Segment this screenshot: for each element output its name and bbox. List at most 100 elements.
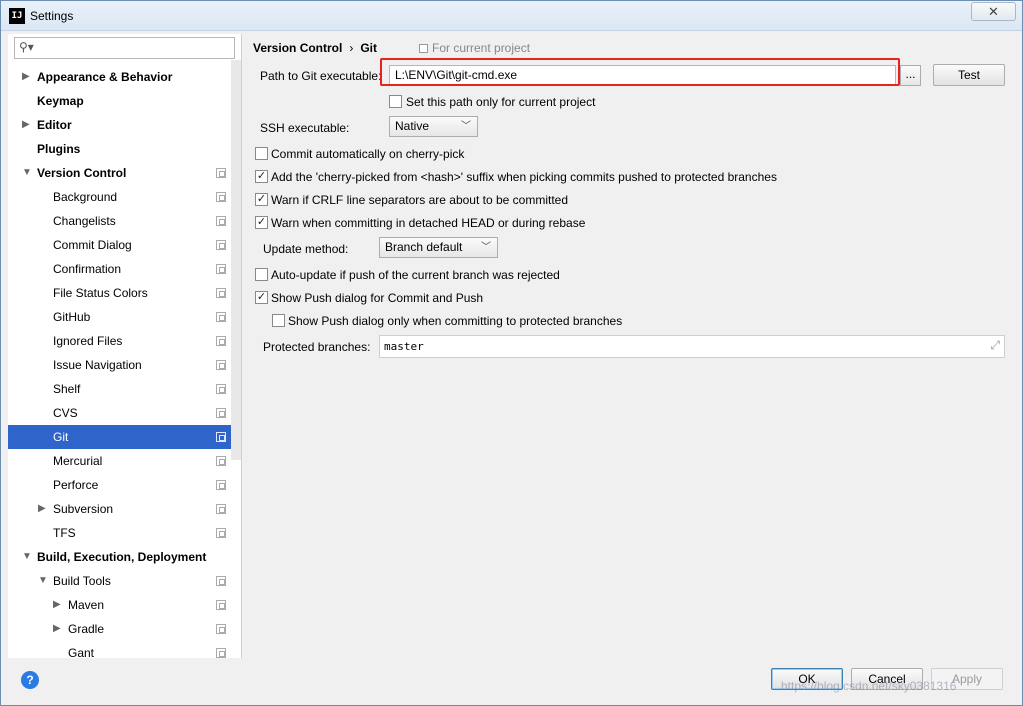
sidebar-item-label: Plugins: [37, 142, 81, 156]
sidebar-item-tfs[interactable]: TFS: [8, 521, 241, 545]
project-scope-icon: [216, 480, 226, 490]
sidebar-item-subversion[interactable]: ▶ Subversion: [8, 497, 241, 521]
sidebar-item-keymap[interactable]: Keymap: [8, 89, 241, 113]
for-current-project-label: For current project: [419, 41, 530, 55]
close-button[interactable]: ✕: [971, 2, 1016, 21]
sidebar-item-plugins[interactable]: Plugins: [8, 137, 241, 161]
watermark: https://blog.csdn.net/sky0381316: [781, 679, 957, 693]
chevron-down-icon[interactable]: ▼: [22, 545, 32, 569]
sidebar-item-commit-dialog[interactable]: Commit Dialog: [8, 233, 241, 257]
title-bar: IJ Settings ✕: [1, 1, 1022, 31]
sidebar-item-editor[interactable]: ▶ Editor: [8, 113, 241, 137]
sidebar-item-label: Gradle: [68, 622, 105, 636]
sidebar-item-version-control[interactable]: ▼ Version Control: [8, 161, 241, 185]
project-scope-icon: [216, 528, 226, 538]
protected-branches-input[interactable]: master ⤢: [379, 335, 1005, 358]
sidebar-item-cvs[interactable]: CVS: [8, 401, 241, 425]
commit-cherry-pick-label: Commit automatically on cherry-pick: [271, 147, 465, 161]
sidebar-item-label: CVS: [53, 406, 78, 420]
ssh-executable-label: SSH executable:: [260, 121, 350, 135]
chevron-down-icon: ﹀: [481, 242, 491, 253]
sidebar-item-label: GitHub: [53, 310, 91, 324]
auto-update-checkbox[interactable]: [255, 268, 268, 281]
search-icon: ⚲▾: [19, 40, 34, 54]
sidebar-item-appearance-behavior[interactable]: ▶ Appearance & Behavior: [8, 65, 241, 89]
show-push-protected-label: Show Push dialog only when committing to…: [288, 314, 623, 328]
sidebar-item-perforce[interactable]: Perforce: [8, 473, 241, 497]
set-path-only-label: Set this path only for current project: [406, 95, 596, 109]
auto-update-label: Auto-update if push of the current branc…: [271, 268, 560, 282]
update-method-label: Update method:: [263, 242, 349, 256]
window-title: Settings: [30, 9, 74, 23]
project-scope-icon: [216, 408, 226, 418]
sidebar-item-label: Version Control: [37, 166, 127, 180]
chevron-right-icon[interactable]: ▶: [22, 65, 30, 89]
highlight-frame: [380, 58, 900, 86]
sidebar-item-label: Build Tools: [53, 574, 111, 588]
sidebar-item-issue-navigation[interactable]: Issue Navigation: [8, 353, 241, 377]
update-method-value: Branch default: [385, 240, 463, 254]
sidebar-item-label: Keymap: [37, 94, 84, 108]
ssh-executable-value: Native: [395, 119, 430, 133]
search-input[interactable]: ⚲▾: [14, 37, 235, 59]
sidebar-item-gant[interactable]: Gant: [8, 641, 241, 658]
project-scope-icon: [216, 384, 226, 394]
chevron-down-icon[interactable]: ▼: [22, 161, 32, 185]
sidebar-item-label: Editor: [37, 118, 72, 132]
warn-crlf-label: Warn if CRLF line separators are about t…: [271, 193, 569, 207]
sidebar-item-build-execution-deployment[interactable]: ▼ Build, Execution, Deployment: [8, 545, 241, 569]
show-push-dialog-checkbox[interactable]: ✓: [255, 291, 268, 304]
sidebar-scrollbar[interactable]: [231, 60, 241, 460]
sidebar-item-label: Maven: [68, 598, 105, 612]
breadcrumb-current: Git: [360, 41, 378, 55]
chevron-down-icon[interactable]: ▼: [38, 569, 48, 593]
sidebar-item-background[interactable]: Background: [8, 185, 241, 209]
project-scope-icon: [216, 168, 226, 178]
git-settings-panel: Version Control › Git For current project …: [243, 34, 1022, 658]
warn-crlf-checkbox[interactable]: ✓: [255, 193, 268, 206]
chevron-right-icon[interactable]: ▶: [38, 497, 46, 521]
help-icon[interactable]: ?: [21, 671, 39, 689]
sidebar-item-label: Ignored Files: [53, 334, 123, 348]
chevron-right-icon[interactable]: ▶: [53, 593, 61, 617]
project-scope-icon: [216, 600, 226, 610]
browse-button[interactable]: ...: [900, 65, 921, 86]
project-scope-icon: [216, 192, 226, 202]
sidebar-item-ignored-files[interactable]: Ignored Files: [8, 329, 241, 353]
warn-detached-head-label: Warn when committing in detached HEAD or…: [271, 216, 586, 230]
sidebar-item-label: Appearance & Behavior: [37, 70, 173, 84]
sidebar-item-mercurial[interactable]: Mercurial: [8, 449, 241, 473]
sidebar-item-github[interactable]: GitHub: [8, 305, 241, 329]
sidebar-item-label: File Status Colors: [53, 286, 148, 300]
breadcrumb-parent: Version Control: [253, 41, 343, 55]
sidebar-item-git[interactable]: Git: [8, 425, 241, 449]
sidebar-item-file-status-colors[interactable]: File Status Colors: [8, 281, 241, 305]
sidebar-item-label: Changelists: [53, 214, 116, 228]
cherry-picked-suffix-checkbox[interactable]: ✓: [255, 170, 268, 183]
sidebar-item-label: Confirmation: [53, 262, 122, 276]
sidebar-item-confirmation[interactable]: Confirmation: [8, 257, 241, 281]
expand-icon[interactable]: ⤢: [990, 339, 1000, 352]
sidebar-item-build-tools[interactable]: ▼ Build Tools: [8, 569, 241, 593]
project-scope-icon: [216, 312, 226, 322]
sidebar-item-maven[interactable]: ▶ Maven: [8, 593, 241, 617]
intellij-app-icon: IJ: [9, 8, 25, 24]
set-path-only-checkbox[interactable]: [389, 95, 402, 108]
project-scope-icon: [216, 336, 226, 346]
sidebar-item-gradle[interactable]: ▶ Gradle: [8, 617, 241, 641]
project-scope-icon: [216, 240, 226, 250]
chevron-right-icon[interactable]: ▶: [22, 113, 30, 137]
warn-detached-head-checkbox[interactable]: ✓: [255, 216, 268, 229]
test-button[interactable]: Test: [933, 64, 1005, 86]
protected-branches-value: master: [384, 340, 424, 353]
ssh-executable-select[interactable]: Native ﹀: [389, 116, 478, 137]
chevron-right-icon[interactable]: ▶: [53, 617, 61, 641]
show-push-dialog-label: Show Push dialog for Commit and Push: [271, 291, 484, 305]
sidebar-item-shelf[interactable]: Shelf: [8, 377, 241, 401]
sidebar-item-changelists[interactable]: Changelists: [8, 209, 241, 233]
commit-cherry-pick-checkbox[interactable]: [255, 147, 268, 160]
sidebar-item-label: TFS: [53, 526, 76, 540]
project-scope-icon: [216, 576, 226, 586]
update-method-select[interactable]: Branch default ﹀: [379, 237, 498, 258]
show-push-protected-checkbox[interactable]: [272, 314, 285, 327]
